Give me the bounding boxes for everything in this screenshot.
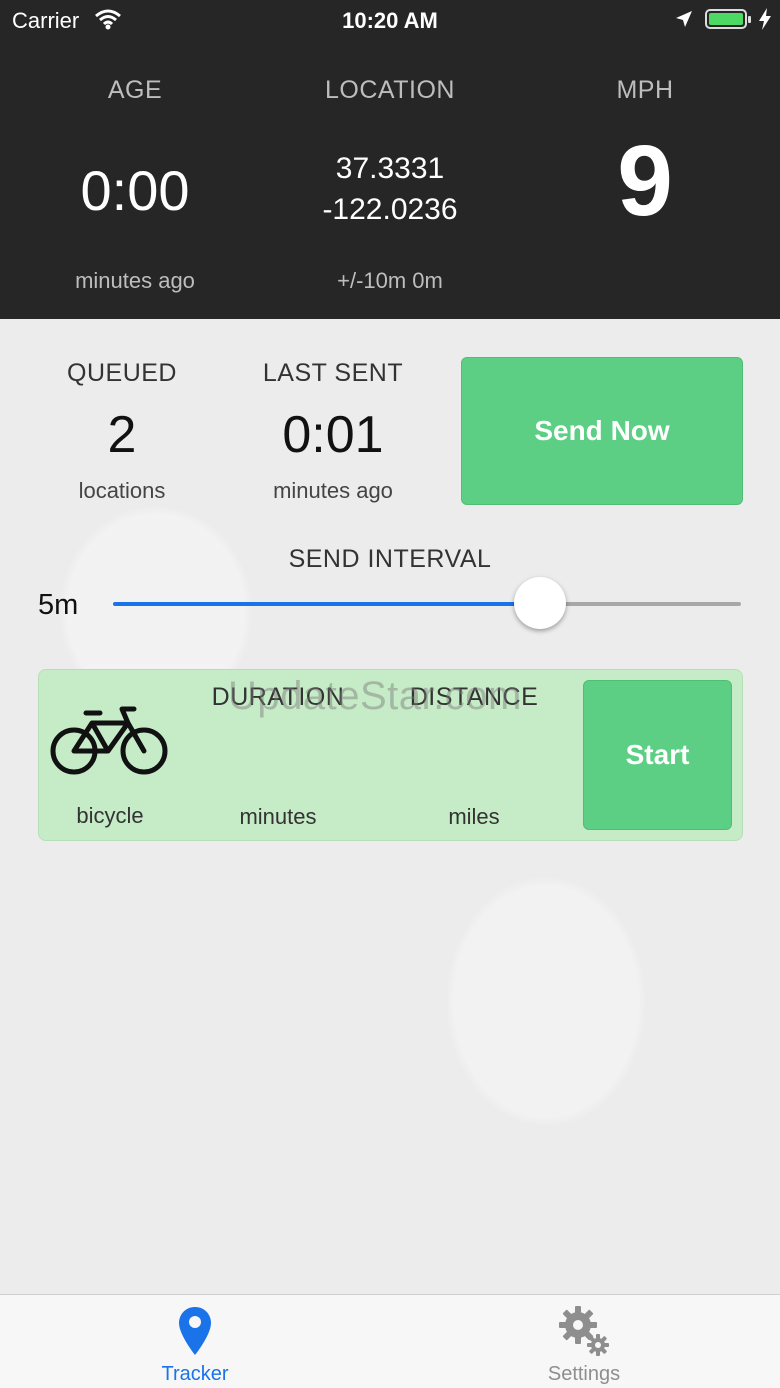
speed-label: MPH <box>616 76 674 104</box>
status-bar: Carrier 10:20 AM <box>0 0 780 42</box>
last-sent-label: LAST SENT <box>262 359 404 387</box>
latitude-value: 37.3331 <box>335 152 445 185</box>
activity-mode-label: bicycle <box>76 803 144 828</box>
tab-settings-label: Settings <box>547 1363 621 1385</box>
last-sent-unit: minutes ago <box>273 478 393 503</box>
slider-empty-track <box>540 602 741 606</box>
age-value: 0:00 <box>80 159 190 222</box>
wifi-icon <box>95 9 121 30</box>
battery-icon <box>705 9 751 29</box>
slider-filled-track <box>113 602 541 606</box>
duration-unit: minutes <box>239 804 317 829</box>
gear-icon <box>559 1306 609 1356</box>
location-accuracy: +/-10m 0m <box>337 268 443 293</box>
tab-tracker[interactable]: Tracker <box>95 1295 295 1388</box>
location-header: Carrier 10:20 AM AGE 0:00 minutes ago LO… <box>0 0 780 319</box>
bicycle-icon[interactable] <box>50 703 168 779</box>
send-interval-value: 5m <box>38 589 79 621</box>
tab-tracker-label: Tracker <box>161 1363 229 1385</box>
send-now-button[interactable]: Send Now <box>461 357 743 505</box>
distance-unit: miles <box>448 804 500 829</box>
watermark-text: UpdateStar.com <box>228 674 522 718</box>
queued-value: 2 <box>107 406 137 464</box>
map-pin-icon <box>179 1307 211 1355</box>
queued-unit: locations <box>78 478 166 503</box>
longitude-value: -122.0236 <box>322 193 458 226</box>
speed-value: 9 <box>617 125 673 237</box>
start-button[interactable]: Start <box>583 680 732 830</box>
age-label: AGE <box>107 76 163 104</box>
tab-settings[interactable]: Settings <box>484 1295 684 1388</box>
location-arrow-icon <box>676 11 692 27</box>
tab-bar: Tracker Settings <box>0 1294 780 1388</box>
clock: 10:20 AM <box>342 8 438 33</box>
send-interval-label: SEND INTERVAL <box>288 545 492 573</box>
last-sent-value: 0:01 <box>282 406 384 464</box>
age-unit: minutes ago <box>75 268 195 293</box>
queued-label: QUEUED <box>67 359 177 387</box>
slider-thumb[interactable] <box>514 577 567 629</box>
location-label: LOCATION <box>325 76 455 104</box>
carrier-label: Carrier <box>12 8 80 33</box>
charging-icon <box>759 8 771 30</box>
